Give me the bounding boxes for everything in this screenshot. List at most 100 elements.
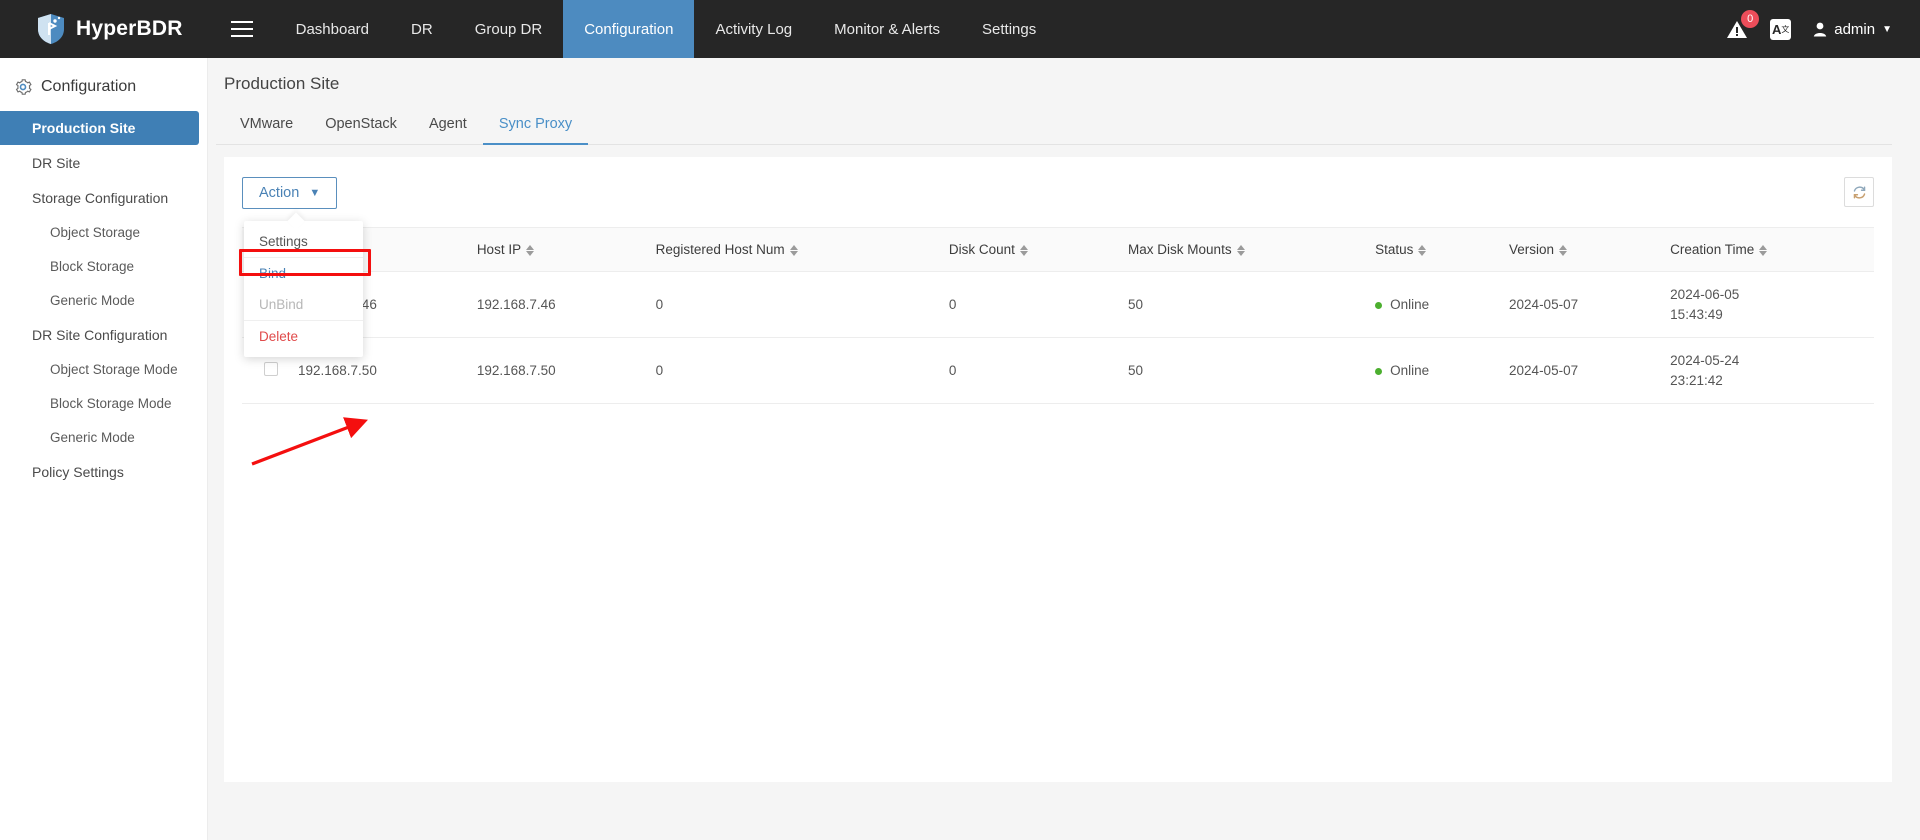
page-title: Production Site — [224, 74, 340, 93]
action-button-label: Action — [259, 185, 300, 201]
sidebar-item-policy-settings[interactable]: Policy Settings — [0, 455, 199, 489]
sidebar-item-block-storage-mode[interactable]: Block Storage Mode — [0, 387, 199, 420]
tab-label: Sync Proxy — [498, 116, 573, 132]
sidebar-item-label: Generic Mode — [50, 430, 135, 445]
sidebar-item-object-storage-mode[interactable]: Object Storage Mode — [0, 353, 199, 386]
status-dot-icon — [1375, 368, 1383, 376]
nav-label: Activity Log — [715, 20, 793, 38]
dropdown-item-bind[interactable]: Bind — [244, 257, 363, 289]
sort-icon[interactable] — [526, 244, 535, 256]
sort-icon[interactable] — [789, 244, 798, 256]
nav-label: Dashboard — [295, 20, 370, 38]
dropdown-item-label: Settings — [259, 234, 308, 249]
sort-icon[interactable] — [1418, 244, 1427, 256]
col-creation-time[interactable]: Creation Time — [1662, 227, 1874, 272]
brand-logo-area[interactable]: HyperBDR — [0, 0, 209, 58]
row-host-ip: 192.168.7.46 — [468, 271, 648, 339]
sidebar-item-generic-mode[interactable]: Generic Mode — [0, 284, 199, 317]
sort-icon[interactable] — [1559, 244, 1568, 256]
sort-icon[interactable] — [1019, 244, 1028, 256]
table-head: Host IP Registered Host Num Disk Count M… — [242, 227, 1874, 272]
chevron-down-icon: ▼ — [1882, 23, 1892, 35]
sidebar-item-dr-site-configuration[interactable]: DR Site Configuration — [0, 318, 199, 352]
sort-icon[interactable] — [1759, 244, 1768, 256]
user-menu[interactable]: admin ▼ — [1813, 21, 1892, 38]
nav-item-monitor-alerts[interactable]: Monitor & Alerts — [813, 0, 961, 58]
sidebar-item-generic-mode-dr[interactable]: Generic Mode — [0, 421, 199, 454]
nav-label: Monitor & Alerts — [834, 20, 941, 38]
col-max-disk-mounts[interactable]: Max Disk Mounts — [1120, 227, 1368, 272]
sidebar-item-label: Generic Mode — [50, 293, 135, 308]
dropdown-item-label: UnBind — [259, 297, 304, 312]
sync-proxy-table: Host IP Registered Host Num Disk Count M… — [242, 227, 1874, 405]
tab-openstack[interactable]: OpenStack — [309, 107, 413, 145]
username-label: admin — [1834, 20, 1876, 38]
row-checkbox[interactable] — [264, 362, 278, 377]
sidebar-item-storage-configuration[interactable]: Storage Configuration — [0, 181, 199, 215]
hamburger-menu-icon[interactable] — [209, 0, 275, 58]
col-registered-host-num[interactable]: Registered Host Num — [647, 227, 941, 272]
sidebar-item-block-storage[interactable]: Block Storage — [0, 250, 199, 283]
nav-item-configuration[interactable]: Configuration — [563, 0, 695, 58]
action-button[interactable]: Action ▼ — [242, 177, 338, 209]
row-creation-time: 2024-05-24 23:21:42 — [1662, 337, 1874, 405]
nav-item-dr[interactable]: DR — [390, 0, 454, 58]
lang-sup: 文 — [1781, 24, 1790, 34]
row-creation-time: 2024-06-05 15:43:49 — [1662, 271, 1874, 339]
gear-icon — [15, 79, 32, 95]
nav-item-settings[interactable]: Settings — [961, 0, 1057, 58]
chevron-down-icon: ▼ — [309, 186, 321, 199]
col-status[interactable]: Status — [1367, 227, 1502, 272]
table-row[interactable]: 192.168.7.50 192.168.7.50 0 0 50 Online … — [242, 337, 1874, 405]
nav-item-group-dr[interactable]: Group DR — [454, 0, 564, 58]
col-version[interactable]: Version — [1501, 227, 1663, 272]
row-max-disk-mounts: 50 — [1120, 337, 1368, 405]
refresh-icon — [1853, 185, 1865, 199]
sidebar-item-label: DR Site Configuration — [32, 327, 168, 343]
row-disk-count: 0 — [940, 271, 1121, 339]
tab-vmware[interactable]: VMware — [224, 107, 309, 145]
status-dot-icon — [1375, 302, 1383, 309]
content-card: Action ▼ Settings Bind UnBind Delete Hos… — [224, 157, 1892, 782]
dropdown-item-label: Delete — [259, 329, 299, 344]
sidebar-item-object-storage[interactable]: Object Storage — [0, 216, 199, 249]
row-version: 2024-05-07 — [1501, 337, 1663, 405]
dropdown-item-settings[interactable]: Settings — [244, 226, 363, 257]
creation-date: 2024-06-05 — [1670, 287, 1740, 302]
sidebar-title: Configuration — [0, 70, 207, 110]
dropdown-item-delete[interactable]: Delete — [244, 320, 363, 352]
sidebar-item-label: Policy Settings — [32, 464, 124, 480]
sidebar-item-label: Object Storage Mode — [50, 362, 178, 377]
language-switch-icon[interactable]: A文 — [1770, 18, 1792, 40]
table-body: 192.168.7.46 192.168.7.46 0 0 50 Online … — [242, 271, 1874, 405]
col-host-ip[interactable]: Host IP — [468, 227, 648, 272]
sidebar-item-production-site[interactable]: Production Site — [0, 111, 199, 145]
nav-label: Settings — [982, 20, 1037, 38]
row-status: Online — [1367, 337, 1502, 405]
nav-item-dashboard[interactable]: Dashboard — [275, 0, 390, 58]
app-body: Configuration Production Site DR Site St… — [0, 58, 1920, 840]
hyperbdr-shield-icon — [38, 14, 64, 44]
content-tabs: VMware OpenStack Agent Sync Proxy — [216, 106, 1892, 145]
tab-sync-proxy[interactable]: Sync Proxy — [482, 107, 589, 145]
sort-icon[interactable] — [1236, 244, 1245, 256]
nav-label: DR — [411, 20, 433, 38]
row-max-disk-mounts: 50 — [1120, 271, 1368, 339]
col-disk-count[interactable]: Disk Count — [940, 227, 1121, 272]
table-row[interactable]: 192.168.7.46 192.168.7.46 0 0 50 Online … — [242, 271, 1874, 339]
alerts-button[interactable]: 0 — [1726, 9, 1760, 40]
dropdown-item-label: Bind — [259, 266, 287, 281]
sidebar-item-dr-site[interactable]: DR Site — [0, 146, 199, 180]
col-max-disk-mounts-label: Max Disk Mounts — [1128, 242, 1232, 257]
sidebar-item-label: Storage Configuration — [32, 190, 169, 206]
sidebar-item-label: Object Storage — [50, 225, 141, 240]
row-version: 2024-05-07 — [1501, 271, 1663, 339]
sidebar-item-label: Block Storage — [50, 259, 135, 274]
row-host-ip: 192.168.7.50 — [468, 337, 648, 405]
main-nav-items: Dashboard DR Group DR Configuration Acti… — [275, 0, 1058, 58]
col-host-ip-label: Host IP — [476, 242, 522, 257]
nav-item-activity-log[interactable]: Activity Log — [694, 0, 813, 58]
tab-agent[interactable]: Agent — [413, 107, 483, 145]
row-registered-host-num: 0 — [647, 337, 941, 405]
refresh-button[interactable] — [1844, 177, 1874, 207]
